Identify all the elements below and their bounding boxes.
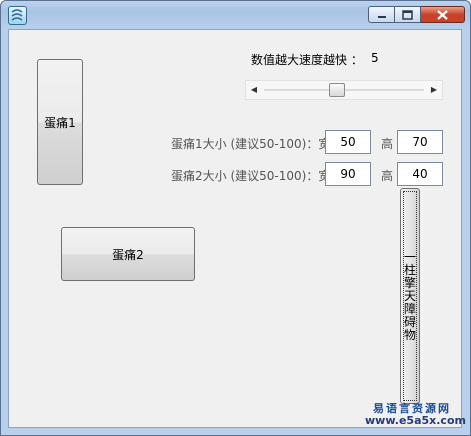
egg1-height-label: 高 — [381, 137, 394, 151]
wall-obstacle-button[interactable]: 一柱擎天障碍物 — [400, 188, 420, 404]
egg1-label: 蛋痛1 — [44, 115, 76, 130]
egg2-size-label: 蛋痛2大小 (建议50-100)：宽 — [171, 169, 331, 183]
minimize-icon — [378, 16, 386, 18]
egg1-width-input[interactable] — [325, 130, 371, 154]
speed-slider[interactable]: ◀ ▶ — [245, 80, 443, 100]
speed-label: 数值越大速度越快 ： — [251, 53, 363, 67]
egg2-button[interactable]: 蛋痛2 — [61, 227, 195, 281]
maximize-icon — [402, 10, 413, 20]
app-icon[interactable] — [8, 6, 27, 25]
egg2-label: 蛋痛2 — [112, 247, 144, 262]
watermark-url: www.e5a5x.com — [365, 414, 466, 427]
egg2-width-input[interactable] — [325, 162, 371, 186]
egg1-height-input[interactable] — [397, 130, 443, 154]
watermark-logo: 易语言资源网 www.e5a5x.com — [365, 403, 466, 427]
speed-value: 5 — [371, 51, 379, 65]
slider-thumb[interactable] — [328, 83, 345, 97]
minimize-button[interactable] — [368, 6, 395, 23]
title-bar[interactable] — [1, 1, 470, 29]
wall-label: 一柱擎天障碍物 — [403, 250, 416, 342]
maximize-button[interactable] — [395, 6, 421, 23]
slider-right-arrow-icon[interactable]: ▶ — [426, 81, 442, 99]
close-button[interactable] — [421, 6, 465, 23]
close-icon — [437, 10, 448, 20]
egg2-height-label: 高 — [381, 169, 394, 183]
egg1-button[interactable]: 蛋痛1 — [37, 59, 83, 185]
egg2-height-input[interactable] — [397, 162, 443, 186]
client-area: 蛋痛1 蛋痛2 数值越大速度越快 ： 5 ◀ ▶ 蛋痛1大小 (建议50-100… — [8, 29, 466, 428]
egg1-size-label: 蛋痛1大小 (建议50-100)：宽 — [171, 137, 331, 151]
app-window: 蛋痛1 蛋痛2 数值越大速度越快 ： 5 ◀ ▶ 蛋痛1大小 (建议50-100… — [0, 0, 471, 436]
slider-left-arrow-icon[interactable]: ◀ — [246, 81, 262, 99]
